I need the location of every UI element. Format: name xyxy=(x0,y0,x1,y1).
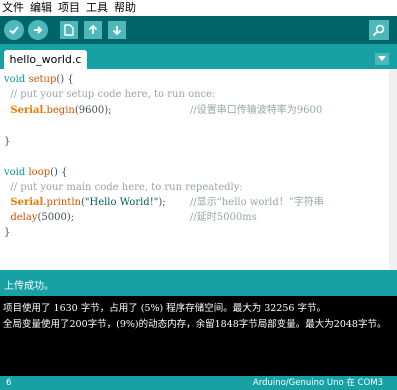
line-number: 6 xyxy=(6,378,12,388)
tab-menu-button[interactable] xyxy=(375,53,389,65)
status-message: 上传成功。 xyxy=(4,281,54,292)
footer-bar: 6 Arduino/Genuino Uno 在 COM3 xyxy=(0,376,397,390)
menu-edit[interactable]: 编辑 xyxy=(30,0,52,16)
serial-monitor-button[interactable] xyxy=(369,20,389,40)
tab-bar: hello_world.c xyxy=(0,44,397,69)
code-line-5: } xyxy=(4,136,11,147)
menu-sketch[interactable]: 项目 xyxy=(58,0,80,16)
code-line-8: // put your main code here, to run repea… xyxy=(4,182,243,193)
output-console[interactable]: 项目使用了 1630 字节，占用了 (5%) 程序存储空间。最大为 32256 … xyxy=(0,296,397,376)
code-comment-baud: //设置串口传输波特率为9600 xyxy=(190,105,323,116)
console-line-flash: 项目使用了 1630 字节，占用了 (5%) 程序存储空间。最大为 32256 … xyxy=(3,303,327,314)
menu-file[interactable]: 文件 xyxy=(2,0,24,16)
code-line-10: delay(5000); xyxy=(10,212,75,223)
code-line-11: } xyxy=(4,227,11,238)
save-icon xyxy=(112,26,122,36)
code-line-2: // put your setup code here, to run once… xyxy=(4,89,216,100)
code-editor[interactable]: void setup() { // put your setup code he… xyxy=(0,69,389,270)
save-button[interactable] xyxy=(108,21,126,39)
chevron-down-icon xyxy=(378,56,386,61)
open-button[interactable] xyxy=(84,21,102,39)
new-icon xyxy=(64,24,74,36)
verify-button[interactable] xyxy=(4,20,24,40)
code-line-9: Serial.println("Hello World!"); xyxy=(10,197,166,208)
code-line-1: void setup() { xyxy=(4,74,74,85)
board-port-info: Arduino/Genuino Uno 在 COM3 xyxy=(252,378,383,388)
code-comment-print: //显示“hello world！”字符串 xyxy=(190,197,324,208)
serial-monitor-icon xyxy=(372,24,385,37)
console-line-ram: 全局变量使用了200字节，(9%)的动态内存，余留1848字节局部变量。最大为2… xyxy=(3,319,387,330)
upload-button[interactable] xyxy=(28,20,48,40)
code-line-3: Serial.begin(9600); xyxy=(10,105,112,116)
verify-icon xyxy=(9,26,19,35)
menu-bar: 文件 编辑 项目 工具 帮助 xyxy=(0,0,397,16)
upload-icon xyxy=(34,26,43,34)
tab-hello-world[interactable]: hello_world.c xyxy=(4,50,87,69)
new-button[interactable] xyxy=(60,21,78,39)
menu-help[interactable]: 帮助 xyxy=(114,0,136,16)
open-icon xyxy=(88,24,98,34)
code-comment-delay: //延时5000ms xyxy=(190,212,257,223)
menu-tools[interactable]: 工具 xyxy=(86,0,108,16)
toolbar xyxy=(0,16,397,44)
status-bar xyxy=(0,270,397,296)
editor-scrollbar[interactable] xyxy=(389,69,397,270)
code-line-7: void loop() { xyxy=(4,167,68,178)
